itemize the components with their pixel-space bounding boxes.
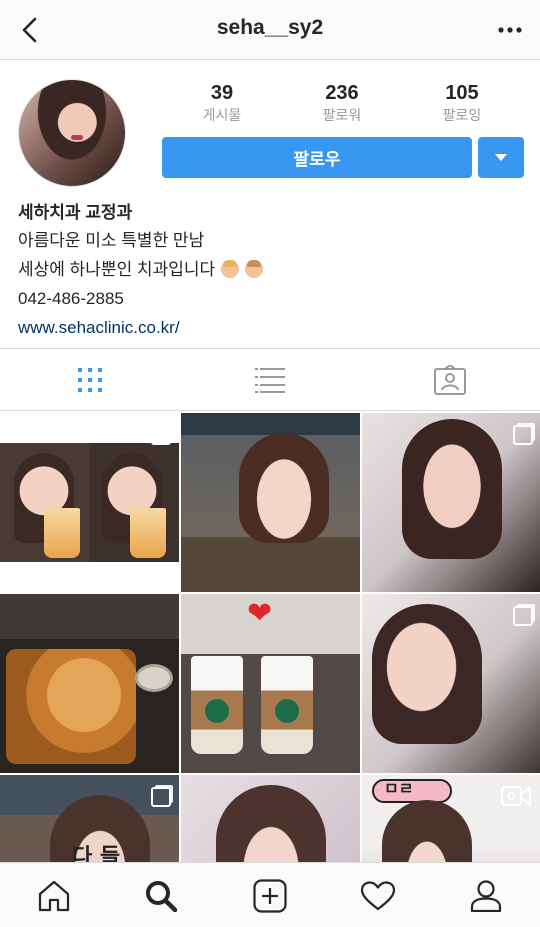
nav-profile[interactable] [467,877,505,915]
heart-icon [361,881,395,911]
video-camera-icon [501,786,531,806]
post-thumbnail[interactable] [181,775,360,863]
bio-phone[interactable]: 042-486-2885 [18,284,522,313]
profile-view-tabs [0,348,540,411]
post-sticker-text: ㅁㄹ [384,779,414,798]
nav-search[interactable] [142,877,180,915]
multiple-photos-icon [513,425,533,445]
follow-button[interactable]: 팔로우 [162,137,472,178]
post-thumbnail[interactable]: ❤ [181,594,360,773]
nav-activity[interactable] [359,877,397,915]
man-health-worker-emoji-icon [245,260,264,278]
following-count[interactable]: 105 팔로잉 [412,82,512,124]
post-thumbnail[interactable] [0,413,179,592]
stat-label: 팔로잉 [442,107,482,123]
more-options-button[interactable] [494,14,526,46]
followers-count[interactable]: 236 팔로워 [292,82,392,124]
more-horizontal-icon [498,27,522,33]
heart-sticker-icon: ❤ [247,597,273,630]
post-thumbnail[interactable]: 다 들 [0,775,179,863]
tagged-icon [434,365,466,395]
profile-full-name: 세하치과 교정과 [18,203,133,222]
search-icon [146,881,177,912]
bio-line-with-emoji: 세상에 하나뿐인 치과입니다 [18,255,522,284]
posts-count[interactable]: 39 게시물 [172,82,272,124]
stat-value: 105 [445,82,479,104]
bottom-navigation [0,862,540,927]
tab-grid[interactable] [73,363,107,397]
profile-icon [470,880,502,912]
profile-stats: 39 게시물 236 팔로워 105 팔로잉 [162,82,524,130]
post-thumbnail[interactable]: ㅁㄹ [362,775,540,863]
post-thumbnail[interactable] [0,594,179,773]
stat-label: 팔로워 [322,107,362,123]
posts-grid: ❤ 다 들 ㅁㄹ [0,413,540,863]
suggested-accounts-button[interactable] [478,137,524,178]
add-post-icon [253,879,287,913]
post-thumbnail[interactable] [362,594,540,773]
list-icon [255,367,285,393]
tab-list[interactable] [253,363,287,397]
profile-avatar[interactable] [18,79,126,187]
post-thumbnail[interactable] [181,413,360,592]
stat-label: 게시물 [202,107,242,123]
caret-down-icon [495,154,507,161]
tab-tagged[interactable] [433,363,467,397]
nav-home[interactable] [35,877,73,915]
stat-value: 39 [210,82,234,104]
multiple-photos-icon [151,425,171,445]
woman-health-worker-emoji-icon [221,260,240,278]
multiple-photos-icon [151,787,171,807]
post-thumbnail[interactable] [362,413,540,592]
post-sticker-text: 다 들 [72,845,121,863]
top-bar: seha__sy2 [0,0,540,60]
bio-line-text: 세상에 하나뿐인 치과입니다 [18,260,216,279]
bio-website-link[interactable]: www.sehaclinic.co.kr/ [18,313,522,342]
stat-value: 236 [325,82,359,104]
bio-line: 아름다운 미소 특별한 만남 [18,231,205,250]
home-icon [38,880,70,912]
profile-username: seha__sy2 [216,16,324,39]
multiple-photos-icon [513,606,533,626]
nav-add-post[interactable] [251,877,289,915]
profile-bio: 세하치과 교정과 아름다운 미소 특별한 만남 세상에 하나뿐인 치과입니다 0… [18,200,522,342]
grid-icon [78,368,102,392]
